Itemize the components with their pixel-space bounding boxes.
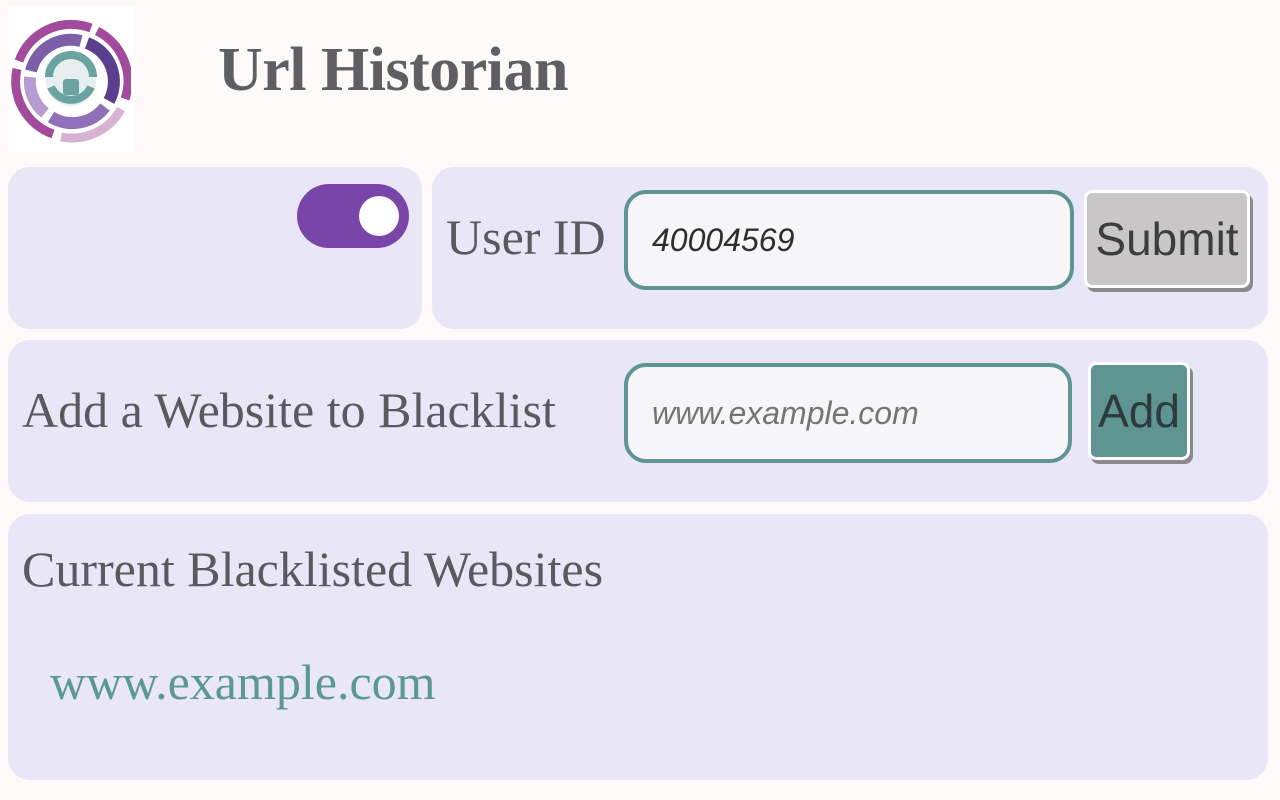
list-item[interactable]: www.example.com	[50, 652, 436, 712]
add-button[interactable]: Add	[1088, 362, 1190, 460]
app-title: Url Historian	[218, 36, 568, 104]
header: Url Historian	[0, 0, 1280, 160]
circular-logo-icon	[11, 20, 131, 143]
submit-button[interactable]: Submit	[1084, 190, 1250, 288]
add-website-label: Add a Website to Blacklist	[22, 382, 556, 438]
logo	[8, 6, 134, 152]
user-id-label: User ID	[446, 209, 606, 265]
website-input[interactable]	[624, 363, 1072, 463]
blacklist-heading: Current Blacklisted Websites	[22, 541, 604, 597]
enable-toggle[interactable]	[297, 184, 409, 248]
user-id-field[interactable]	[624, 190, 1074, 290]
toggle-knob	[359, 196, 399, 236]
